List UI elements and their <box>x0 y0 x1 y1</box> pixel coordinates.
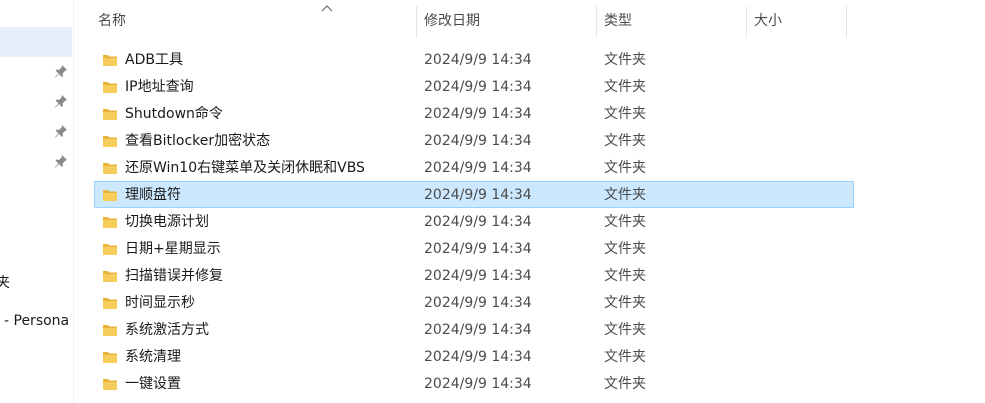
file-modified-date: 2024/9/9 14:34 <box>424 295 532 311</box>
file-row[interactable]: ADB工具 2024/9/9 14:34 文件夹 <box>94 46 854 73</box>
file-name: 时间显示秒 <box>125 295 195 311</box>
folder-icon <box>102 296 118 310</box>
file-modified-date: 2024/9/9 14:34 <box>424 187 532 203</box>
file-row[interactable]: 理顺盘符 2024/9/9 14:34 文件夹 <box>94 181 854 208</box>
pin-icon <box>53 123 69 139</box>
file-type: 文件夹 <box>604 160 646 176</box>
file-name: 扫描错误并修复 <box>125 268 223 284</box>
file-row[interactable]: 还原Win10右键菜单及关闭休眠和VBS 2024/9/9 14:34 文件夹 <box>94 154 854 181</box>
column-header-type[interactable]: 类型 <box>604 0 632 40</box>
pin-icon <box>53 63 69 79</box>
file-type: 文件夹 <box>604 295 646 311</box>
file-modified-date: 2024/9/9 14:34 <box>424 241 532 257</box>
file-modified-date: 2024/9/9 14:34 <box>424 349 532 365</box>
column-divider[interactable] <box>846 6 847 38</box>
column-divider[interactable] <box>596 6 597 38</box>
file-modified-date: 2024/9/9 14:34 <box>424 376 532 392</box>
folder-icon <box>102 323 118 337</box>
file-name: 系统激活方式 <box>125 322 209 338</box>
column-header-size[interactable]: 大小 <box>754 0 782 40</box>
navigation-pane: 夹 - Persona <box>0 0 74 403</box>
file-name: 切换电源计划 <box>125 214 209 230</box>
file-row[interactable]: IP地址查询 2024/9/9 14:34 文件夹 <box>94 73 854 100</box>
file-modified-date: 2024/9/9 14:34 <box>424 214 532 230</box>
file-row[interactable]: 时间显示秒 2024/9/9 14:34 文件夹 <box>94 289 854 316</box>
folder-icon <box>102 53 118 67</box>
file-name: 还原Win10右键菜单及关闭休眠和VBS <box>125 160 365 176</box>
file-row[interactable]: 一键设置 2024/9/9 14:34 文件夹 <box>94 370 854 397</box>
column-header-name[interactable]: 名称 <box>98 0 126 40</box>
file-type: 文件夹 <box>604 349 646 365</box>
nav-item-label[interactable]: 夹 <box>0 272 10 292</box>
file-type: 文件夹 <box>604 376 646 392</box>
file-name: ADB工具 <box>125 52 183 68</box>
file-row[interactable]: 切换电源计划 2024/9/9 14:34 文件夹 <box>94 208 854 235</box>
folder-icon <box>102 215 118 229</box>
sort-ascending-icon <box>321 5 333 12</box>
file-list: ADB工具 2024/9/9 14:34 文件夹 IP地址查询 2024/9/9 14:… <box>94 46 854 397</box>
file-type: 文件夹 <box>604 187 646 203</box>
file-modified-date: 2024/9/9 14:34 <box>424 268 532 284</box>
file-name: 理顺盘符 <box>125 187 181 203</box>
folder-icon <box>102 107 118 121</box>
file-type: 文件夹 <box>604 52 646 68</box>
file-name: 系统清理 <box>125 349 181 365</box>
nav-item-selected[interactable] <box>0 27 72 57</box>
nav-item-label[interactable]: - Persona <box>4 313 69 329</box>
file-row[interactable]: Shutdown命令 2024/9/9 14:34 文件夹 <box>94 100 854 127</box>
folder-icon <box>102 161 118 175</box>
file-type: 文件夹 <box>604 322 646 338</box>
folder-icon <box>102 242 118 256</box>
folder-icon <box>102 269 118 283</box>
column-divider[interactable] <box>416 6 417 38</box>
file-row[interactable]: 系统激活方式 2024/9/9 14:34 文件夹 <box>94 316 854 343</box>
file-modified-date: 2024/9/9 14:34 <box>424 52 532 68</box>
pane-divider <box>73 0 74 403</box>
file-type: 文件夹 <box>604 214 646 230</box>
file-name: IP地址查询 <box>125 79 194 95</box>
column-header-bar: 名称 修改日期 类型 大小 <box>74 0 985 40</box>
file-type: 文件夹 <box>604 268 646 284</box>
file-name: 查看Bitlocker加密状态 <box>125 133 271 149</box>
file-modified-date: 2024/9/9 14:34 <box>424 133 532 149</box>
column-divider[interactable] <box>746 6 747 38</box>
file-type: 文件夹 <box>604 79 646 95</box>
file-name: 日期+星期显示 <box>125 241 221 257</box>
file-type: 文件夹 <box>604 241 646 257</box>
file-name: 一键设置 <box>125 376 181 392</box>
file-type: 文件夹 <box>604 133 646 149</box>
folder-icon <box>102 188 118 202</box>
folder-icon <box>102 350 118 364</box>
file-row[interactable]: 日期+星期显示 2024/9/9 14:34 文件夹 <box>94 235 854 262</box>
file-row[interactable]: 系统清理 2024/9/9 14:34 文件夹 <box>94 343 854 370</box>
pin-icon <box>53 93 69 109</box>
file-modified-date: 2024/9/9 14:34 <box>424 322 532 338</box>
file-row[interactable]: 扫描错误并修复 2024/9/9 14:34 文件夹 <box>94 262 854 289</box>
folder-icon <box>102 134 118 148</box>
file-modified-date: 2024/9/9 14:34 <box>424 160 532 176</box>
file-modified-date: 2024/9/9 14:34 <box>424 79 532 95</box>
file-modified-date: 2024/9/9 14:34 <box>424 106 532 122</box>
file-name: Shutdown命令 <box>125 106 223 122</box>
folder-icon <box>102 80 118 94</box>
pin-icon <box>53 153 69 169</box>
column-header-date[interactable]: 修改日期 <box>424 0 480 40</box>
file-type: 文件夹 <box>604 106 646 122</box>
file-row[interactable]: 查看Bitlocker加密状态 2024/9/9 14:34 文件夹 <box>94 127 854 154</box>
folder-icon <box>102 377 118 391</box>
